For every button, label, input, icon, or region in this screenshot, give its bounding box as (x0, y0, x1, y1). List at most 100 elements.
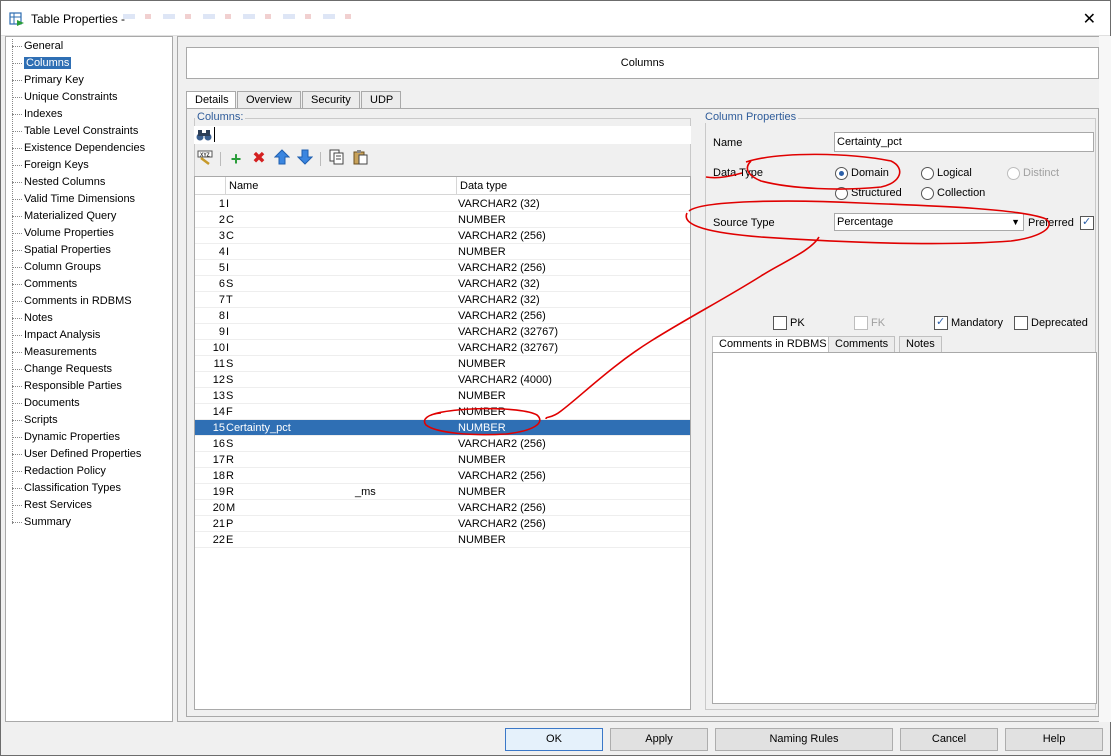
comments-text-area[interactable] (712, 352, 1097, 704)
data-type-cell[interactable]: NUMBER (458, 452, 688, 468)
nav-item-impact-analysis[interactable]: Impact Analysis (10, 327, 100, 344)
column-name-cell[interactable]: I (226, 340, 456, 356)
add-column-icon[interactable]: + (226, 149, 246, 169)
nav-item-classification-types[interactable]: Classification Types (10, 480, 121, 497)
nav-item-materialized-query[interactable]: Materialized Query (10, 208, 116, 225)
column-name-cell[interactable]: S (226, 276, 456, 292)
data-type-cell[interactable]: NUMBER (458, 356, 688, 372)
table-row[interactable]: 9 I VARCHAR2 (32767) (195, 324, 690, 340)
nav-item-summary[interactable]: Summary (10, 514, 71, 531)
column-name-cell[interactable]: Certainty_pct (226, 420, 456, 436)
pk-checkbox[interactable]: PK (773, 316, 805, 330)
radio-logical[interactable]: Logical (921, 166, 972, 180)
apply-button[interactable]: Apply (610, 728, 708, 751)
delete-column-icon[interactable]: ✖ (249, 149, 269, 169)
source-type-select[interactable]: Percentage ▼ (834, 213, 1024, 231)
table-row[interactable]: 8 I VARCHAR2 (256) (195, 308, 690, 324)
nav-item-notes[interactable]: Notes (10, 310, 53, 327)
table-row[interactable]: 19 R NUMBER _ms (195, 484, 690, 500)
subtab-notes[interactable]: Notes (899, 336, 942, 352)
nav-item-documents[interactable]: Documents (10, 395, 80, 412)
table-row[interactable]: 10 I VARCHAR2 (32767) (195, 340, 690, 356)
data-type-cell[interactable]: VARCHAR2 (32) (458, 196, 688, 212)
column-name-cell[interactable]: C (226, 228, 456, 244)
column-name-cell[interactable]: R (226, 468, 456, 484)
preferred-checkbox[interactable] (1080, 215, 1094, 230)
paste-icon[interactable] (350, 149, 370, 169)
column-name-cell[interactable]: T (226, 292, 456, 308)
data-type-cell[interactable]: VARCHAR2 (32) (458, 292, 688, 308)
column-name-cell[interactable]: S (226, 356, 456, 372)
nav-item-spatial-properties[interactable]: Spatial Properties (10, 242, 111, 259)
table-row[interactable]: 12 S VARCHAR2 (4000) (195, 372, 690, 388)
column-name-cell[interactable]: S (226, 372, 456, 388)
deprecated-checkbox[interactable]: Deprecated (1014, 316, 1088, 330)
column-name-cell[interactable]: S (226, 388, 456, 404)
mandatory-checkbox[interactable]: Mandatory (934, 315, 1003, 330)
nav-item-existence-dependencies[interactable]: Existence Dependencies (10, 140, 145, 157)
nav-item-redaction-policy[interactable]: Redaction Policy (10, 463, 106, 480)
datatype-column-header[interactable]: Data type (457, 177, 507, 195)
table-row[interactable]: 13 S NUMBER (195, 388, 690, 404)
data-type-cell[interactable]: VARCHAR2 (256) (458, 500, 688, 516)
right-edge-scrollbar[interactable] (1099, 36, 1111, 722)
column-name-cell[interactable]: M (226, 500, 456, 516)
table-row[interactable]: 17 R NUMBER (195, 452, 690, 468)
nav-item-measurements[interactable]: Measurements (10, 344, 97, 361)
table-row[interactable]: 21 P VARCHAR2 (256) (195, 516, 690, 532)
data-type-cell[interactable]: NUMBER (458, 212, 688, 228)
column-name-cell[interactable]: S (226, 436, 456, 452)
radio-collection[interactable]: Collection (921, 186, 985, 200)
data-type-cell[interactable]: VARCHAR2 (256) (458, 260, 688, 276)
nav-item-column-groups[interactable]: Column Groups (10, 259, 101, 276)
column-name-cell[interactable]: R (226, 484, 456, 500)
table-row[interactable]: 14 F NUMBER (195, 404, 690, 420)
data-type-cell[interactable]: NUMBER (458, 404, 688, 420)
nav-item-change-requests[interactable]: Change Requests (10, 361, 112, 378)
table-row[interactable]: 4 I NUMBER (195, 244, 690, 260)
ok-button[interactable]: OK (505, 728, 603, 751)
data-type-cell[interactable]: NUMBER (458, 388, 688, 404)
nav-item-comments[interactable]: Comments (10, 276, 77, 293)
close-icon[interactable]: ✕ (1083, 9, 1096, 29)
column-name-cell[interactable]: I (226, 244, 456, 260)
data-type-cell[interactable]: VARCHAR2 (32) (458, 276, 688, 292)
data-type-cell[interactable]: VARCHAR2 (32767) (458, 340, 688, 356)
column-name-cell[interactable]: R (226, 452, 456, 468)
help-button[interactable]: Help (1005, 728, 1103, 751)
naming-rules-button[interactable]: Naming Rules (715, 728, 893, 751)
data-type-cell[interactable]: VARCHAR2 (256) (458, 228, 688, 244)
nav-item-volume-properties[interactable]: Volume Properties (10, 225, 114, 242)
tab-udp[interactable]: UDP (361, 91, 401, 109)
cancel-button[interactable]: Cancel (900, 728, 998, 751)
data-type-cell[interactable]: VARCHAR2 (256) (458, 436, 688, 452)
table-row[interactable]: 11 S NUMBER (195, 356, 690, 372)
nav-item-scripts[interactable]: Scripts (10, 412, 58, 429)
data-type-cell[interactable]: VARCHAR2 (256) (458, 308, 688, 324)
table-row[interactable]: 3 C VARCHAR2 (256) (195, 228, 690, 244)
column-name-cell[interactable]: I (226, 324, 456, 340)
column-search-input[interactable] (214, 127, 684, 142)
column-name-cell[interactable]: E (226, 532, 456, 548)
table-row[interactable]: 1 I VARCHAR2 (32) (195, 196, 690, 212)
copy-icon[interactable] (327, 149, 347, 169)
move-down-icon[interactable] (295, 149, 315, 169)
tab-security[interactable]: Security (302, 91, 360, 109)
data-type-cell[interactable]: NUMBER (458, 532, 688, 548)
radio-structured[interactable]: Structured (835, 186, 902, 200)
table-row[interactable]: 6 S VARCHAR2 (32) (195, 276, 690, 292)
radio-domain[interactable]: Domain (835, 166, 889, 180)
table-row[interactable]: 16 S VARCHAR2 (256) (195, 436, 690, 452)
nav-item-dynamic-properties[interactable]: Dynamic Properties (10, 429, 120, 446)
data-type-cell[interactable]: VARCHAR2 (256) (458, 516, 688, 532)
name-column-header[interactable]: Name (226, 177, 258, 195)
nav-item-general[interactable]: General (10, 38, 63, 55)
subtab-comments[interactable]: Comments (828, 336, 896, 352)
column-name-cell[interactable]: I (226, 196, 456, 212)
data-type-cell[interactable]: VARCHAR2 (4000) (458, 372, 688, 388)
column-name-cell[interactable]: C (226, 212, 456, 228)
nav-item-nested-columns[interactable]: Nested Columns (10, 174, 105, 191)
name-field[interactable]: Certainty_pct (834, 132, 1094, 152)
table-row[interactable]: 5 I VARCHAR2 (256) (195, 260, 690, 276)
nav-item-table-level-constraints[interactable]: Table Level Constraints (10, 123, 138, 140)
